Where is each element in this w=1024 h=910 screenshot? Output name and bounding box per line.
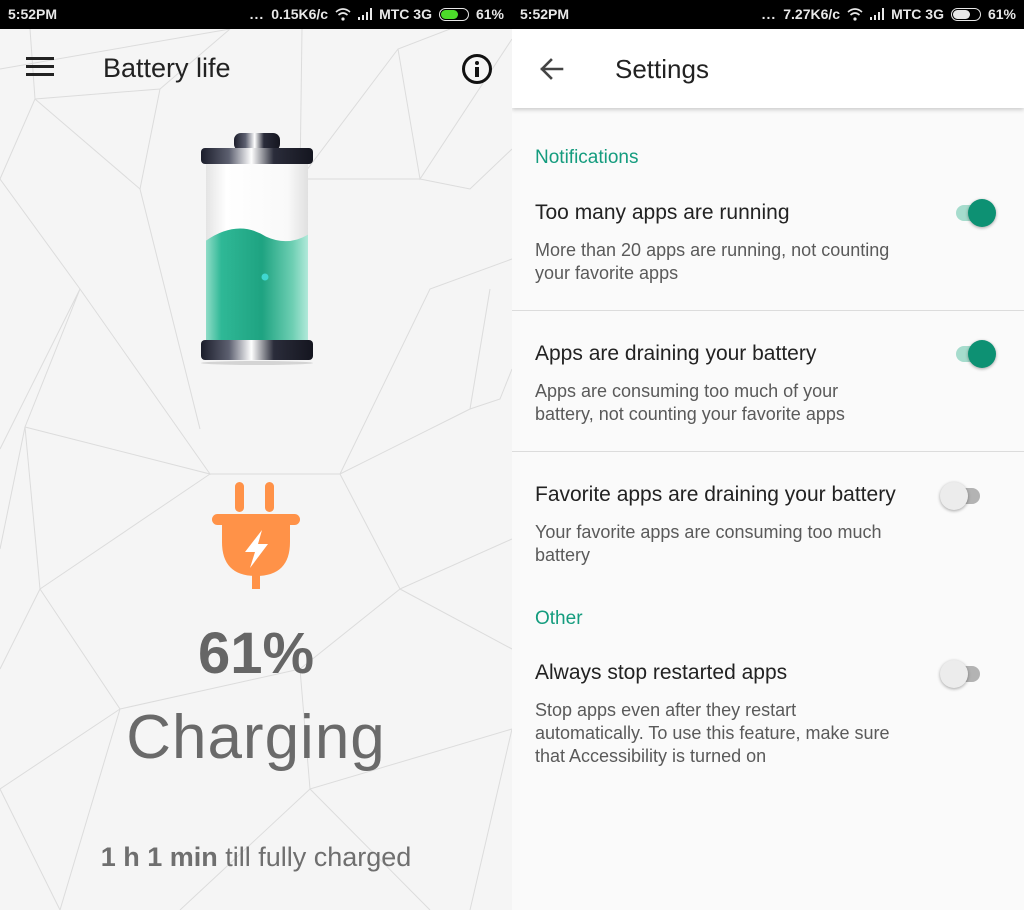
setting-description: More than 20 apps are running, not count…: [535, 240, 890, 283]
status-time: 5:52PM: [520, 6, 570, 22]
settings-toolbar: Settings: [512, 29, 1024, 108]
signal-strength-icon: [358, 8, 373, 20]
app-toolbar: Battery life: [0, 29, 512, 109]
page-title: Settings: [615, 54, 709, 84]
status-battery-percent: 61%: [475, 6, 504, 22]
wifi-icon: [847, 7, 863, 21]
eta-duration: 1 h 1 min: [100, 842, 218, 872]
setting-title: Favorite apps are draining your battery: [535, 483, 896, 506]
carrier-name: MTC 3G: [379, 6, 432, 22]
back-arrow-icon[interactable]: [538, 55, 566, 83]
hamburger-menu-icon[interactable]: [26, 57, 54, 79]
toggle-apps-draining-battery[interactable]: [952, 338, 1000, 368]
toggle-always-stop-restarted[interactable]: [940, 658, 988, 688]
network-speed: 7.27K6/c: [783, 6, 841, 22]
divider: [512, 451, 1024, 452]
toggle-favorite-apps-draining[interactable]: [940, 480, 988, 510]
notification-dots-icon: ...: [249, 6, 265, 22]
status-battery-percent: 61%: [987, 6, 1016, 22]
battery-life-screen: 5:52PM ... 0.15K6/c MTC 3G 61% Battery l…: [0, 0, 512, 910]
setting-description: Apps are consuming too much of your batt…: [535, 381, 845, 424]
status-battery-icon: [950, 7, 981, 21]
battery-level-illustration: [201, 133, 313, 365]
carrier-name: MTC 3G: [891, 6, 944, 22]
status-bar: 5:52PM ... 7.27K6/c MTC 3G 61%: [512, 0, 1024, 29]
notification-dots-icon: ...: [761, 6, 777, 22]
charge-time-remaining: 1 h 1 min till fully charged: [0, 842, 512, 873]
setting-title: Too many apps are running: [535, 201, 790, 224]
network-speed: 0.15K6/c: [271, 6, 329, 22]
section-header-notifications: Notifications: [535, 147, 639, 168]
status-battery-icon: [438, 7, 469, 21]
info-icon[interactable]: [462, 54, 492, 84]
charging-status: Charging: [126, 703, 386, 772]
setting-description: Your favorite apps are consuming too muc…: [535, 522, 882, 565]
status-time: 5:52PM: [8, 6, 58, 22]
signal-strength-icon: [870, 8, 885, 20]
charging-plug-icon: [212, 482, 300, 589]
setting-title: Always stop restarted apps: [535, 661, 788, 684]
divider: [512, 310, 1024, 311]
page-title: Battery life: [103, 53, 231, 83]
status-bar: 5:52PM ... 0.15K6/c MTC 3G 61%: [0, 0, 512, 29]
wifi-icon: [335, 7, 351, 21]
setting-description: Stop apps even after they restart automa…: [535, 700, 890, 766]
battery-percentage: 61%: [197, 621, 315, 686]
eta-label: till fully charged: [217, 842, 412, 872]
settings-screen: 5:52PM ... 7.27K6/c MTC 3G 61% Settings …: [512, 0, 1024, 910]
setting-title: Apps are draining your battery: [535, 342, 817, 365]
section-header-other: Other: [535, 608, 583, 629]
toggle-too-many-apps[interactable]: [952, 197, 1000, 227]
